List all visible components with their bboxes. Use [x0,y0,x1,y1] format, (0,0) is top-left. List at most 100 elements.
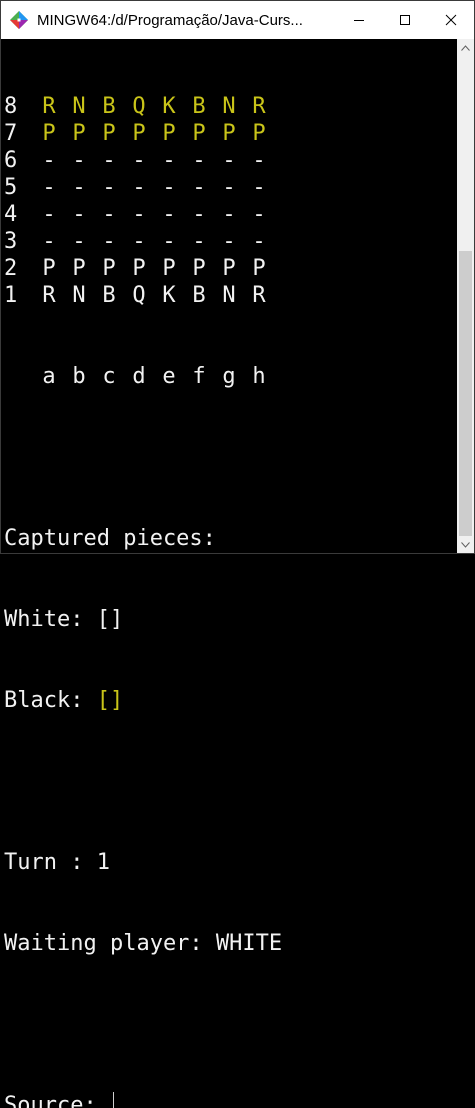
waiting-player-line: Waiting player: WHITE [4,931,283,956]
chevron-down-icon [461,541,470,548]
chevron-up-icon [461,44,470,51]
board-square-a4: - [42,202,56,227]
board-square-f6: - [192,148,206,173]
rank-label: 8 [4,94,18,119]
minimize-icon [354,20,364,21]
board-square-a3: - [42,229,56,254]
board-square-h4: - [252,202,266,227]
board-square-d1: Q [132,283,146,308]
captured-white-line: White: [] [4,606,457,633]
board-row-5: 5-------- [4,174,457,201]
mingw-terminal-icon[interactable] [7,8,31,32]
board-square-h1: R [252,283,266,308]
board-square-g1: N [222,283,236,308]
maximize-icon [400,15,410,25]
terminal-window: MINGW64:/d/Programação/Java-Curs... 8RNB… [0,0,475,1108]
terminal-output[interactable]: 8RNBQKBNR7PPPPPPPP6--------5--------4---… [1,39,457,1108]
rank-label: 1 [4,283,18,308]
title-bar[interactable]: MINGW64:/d/Programação/Java-Curs... [1,1,474,39]
board-square-f2: P [192,256,206,281]
scroll-up-button[interactable] [457,39,474,56]
board-square-c2: P [102,256,116,281]
board-square-a6: - [42,148,56,173]
board-row-8: 8RNBQKBNR [4,93,457,120]
board-square-b5: - [72,175,86,200]
board-square-d3: - [132,229,146,254]
board-square-b2: P [72,256,86,281]
vertical-scrollbar[interactable] [457,39,474,553]
file-label-d: d [132,364,146,389]
board-square-h5: - [252,175,266,200]
board-row-4: 4-------- [4,201,457,228]
window-title: MINGW64:/d/Programação/Java-Curs... [37,11,303,29]
board-square-f8: B [192,94,206,119]
minimize-button[interactable] [336,1,382,39]
board-square-c1: B [102,283,116,308]
rank-label: 2 [4,256,18,281]
board-square-e2: P [162,256,176,281]
board-square-f3: - [192,229,206,254]
text-cursor [112,1092,114,1108]
board-square-b6: - [72,148,86,173]
file-label-f: f [192,364,206,389]
board-square-c4: - [102,202,116,227]
board-square-e5: - [162,175,176,200]
board-square-h6: - [252,148,266,173]
board-square-c7: P [102,121,116,146]
rank-label: 4 [4,202,18,227]
file-label-b: b [72,364,86,389]
board-row-7: 7PPPPPPPP [4,120,457,147]
board-square-a8: R [42,94,56,119]
board-square-d4: - [132,202,146,227]
scrollbar-thumb[interactable] [459,251,472,536]
file-label-h: h [252,364,266,389]
board-square-a1: R [42,283,56,308]
captured-black-line: Black: [] [4,687,457,714]
board-square-b7: P [72,121,86,146]
turn-line: Turn : 1 [4,850,110,875]
file-labels-row: abcdefgh [4,363,457,390]
board-square-g3: - [222,229,236,254]
board-square-c3: - [102,229,116,254]
board-row-2: 2PPPPPPPP [4,255,457,282]
board-square-g5: - [222,175,236,200]
file-label-g: g [222,364,236,389]
rank-label: 7 [4,121,18,146]
board-square-d6: - [132,148,146,173]
file-label-c: c [102,364,116,389]
board-square-d5: - [132,175,146,200]
file-label-a: a [42,364,56,389]
board-square-e4: - [162,202,176,227]
board-square-a5: - [42,175,56,200]
board-square-b8: N [72,94,86,119]
board-square-e3: - [162,229,176,254]
captured-black-value: [] [96,688,124,713]
board-square-g8: N [222,94,236,119]
board-square-g4: - [222,202,236,227]
captured-white-value: [] [96,607,124,632]
close-button[interactable] [428,1,474,39]
board-square-h2: P [252,256,266,281]
board-square-d2: P [132,256,146,281]
board-square-f4: - [192,202,206,227]
rank-label: 6 [4,148,18,173]
captured-heading: Captured pieces: [4,526,216,551]
board-square-f1: B [192,283,206,308]
board-square-a7: P [42,121,56,146]
board-square-b3: - [72,229,86,254]
board-square-b4: - [72,202,86,227]
board-row-6: 6-------- [4,147,457,174]
board-square-e7: P [162,121,176,146]
maximize-button[interactable] [382,1,428,39]
captured-white-label: White: [4,607,97,632]
scroll-down-button[interactable] [457,536,474,553]
board-square-b1: N [72,283,86,308]
chess-board: 8RNBQKBNR7PPPPPPPP6--------5--------4---… [4,93,457,309]
close-icon [445,14,457,26]
board-square-c8: B [102,94,116,119]
source-prompt-line[interactable]: Source: [4,1092,457,1108]
board-square-f5: - [192,175,206,200]
board-square-e8: K [162,94,176,119]
